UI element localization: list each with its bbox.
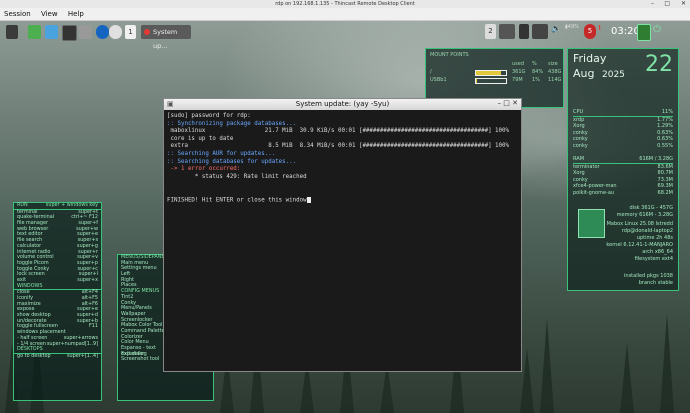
keybindings-widget: RUN super + windows key terminal super+t qua…	[13, 202, 102, 401]
terminal-line: [sudo] password for rdp:	[167, 113, 251, 119]
year: 2025	[602, 70, 625, 80]
battery-value: 49%	[567, 24, 579, 30]
mabox-logo	[578, 209, 605, 238]
terminal-line: -> 1 error occurred:	[167, 166, 241, 173]
battery-indicator[interactable]: ▮49%	[565, 24, 581, 39]
text-cursor	[306, 196, 311, 203]
clock[interactable]: 03:20	[611, 24, 640, 39]
user-host: rdp@donald-laptop2	[621, 228, 673, 234]
client-title: rdp on 192.168.1.135 - Thincast Remote D…	[275, 1, 415, 7]
minimize-icon[interactable]: –	[651, 0, 654, 7]
window-controls: – □ ✕	[498, 99, 518, 107]
kernel: kernel 6.12.41-1-MANJARO	[606, 242, 673, 248]
system-info-widget: Friday Aug 2025 22 CPU 11% xrdp 1.77% Xorg…	[567, 48, 679, 291]
close-icon[interactable]: ✕	[681, 0, 686, 7]
terminal-line: extra 8.5 MiB 8.34 MiB/s 00:01 [########…	[167, 143, 510, 150]
apps-menu-icon[interactable]	[28, 25, 41, 39]
menu-help[interactable]: Help	[68, 10, 84, 18]
menu-view[interactable]: View	[41, 10, 58, 18]
mount-row: / 361G 84% 438G	[430, 69, 562, 76]
weekday: Friday	[573, 52, 607, 65]
month: Aug	[573, 67, 595, 80]
process-row: polkit-gnome-au 68.2M	[573, 189, 673, 196]
minimize-icon[interactable]: –	[498, 99, 502, 107]
terminal-line: :: Searching databases for updates...	[167, 158, 297, 165]
mount-usage-fill	[476, 79, 477, 83]
clipboard-icon[interactable]	[532, 24, 548, 39]
terminal-line: :: Searching AUR for updates...	[167, 150, 276, 157]
launcher-icon[interactable]	[6, 25, 18, 39]
window-switcher-icon[interactable]	[499, 24, 515, 39]
taskbar-label: System up...	[153, 28, 178, 50]
terminal-output[interactable]: [sudo] password for rdp::: Synchronizing…	[167, 113, 519, 204]
terminal-line: core is up to date	[167, 135, 234, 142]
maximize-icon[interactable]: □	[664, 0, 670, 7]
power-icon[interactable]: ⏻	[653, 24, 665, 39]
terminal-line: * status 429: Rate limit reached	[167, 173, 307, 180]
filesystem: filesystem ext4	[634, 256, 673, 262]
terminal-line: FINISHED! Hit ENTER or close this window	[167, 196, 519, 205]
uptime: uptime 2h 48s	[636, 235, 673, 241]
top-panel: 1 System up... 2 🔈 ▮49% 5 ! 03:20 ⏻	[0, 21, 690, 50]
memory-usage: memory 616M - 3.28G	[616, 212, 673, 218]
day-of-month: 22	[645, 52, 673, 77]
browser-icon[interactable]	[109, 25, 122, 39]
terminal-line: :: Synchronizing package databases...	[167, 120, 297, 127]
software-store-icon[interactable]	[96, 25, 109, 39]
os-name: Mabox Linux 25.08 Istredd	[606, 221, 673, 227]
mount-header-row: used % size	[512, 61, 558, 67]
terminal-titlebar[interactable]: ▣ System update: (yay -Syu) – □ ✕	[164, 99, 521, 110]
menu-session[interactable]: Session	[4, 10, 31, 18]
sidepanel-icon[interactable]	[637, 24, 651, 41]
taskbar-item-system-update[interactable]: System up...	[141, 25, 191, 50]
alert-icon[interactable]: !	[598, 24, 606, 39]
installed-packages: installed pkgs 1038	[624, 273, 673, 279]
volume-icon[interactable]: 🔈	[551, 24, 561, 39]
cpu-section: CPU 11% xrdp 1.77% Xorg 1.29% conky 0.63% co…	[573, 109, 673, 149]
file-manager-icon[interactable]	[45, 25, 58, 39]
arch: arch x86_64	[642, 249, 673, 255]
mount-usage-fill	[476, 71, 502, 75]
system-tray: 2 🔈 ▮49% 5 ! 03:20 ⏻	[485, 24, 690, 41]
settings-icon[interactable]	[79, 25, 92, 39]
disk-usage: disk 361G - 457G	[629, 205, 673, 211]
close-icon[interactable]: ✕	[512, 99, 518, 107]
maximize-icon[interactable]: □	[503, 99, 510, 107]
mount-title: MOUNT POINTS	[430, 52, 469, 58]
terminal-line: maboxlinux 21.7 MiB 30.9 KiB/s 00:01 [##…	[167, 128, 510, 135]
branch: branch stable	[638, 280, 673, 286]
ram-section: RAM 616M / 3.28G terminator 83.6M Xorg 80.7…	[573, 156, 673, 196]
keybinding-row: go to desktop super+[1..4]	[17, 352, 98, 359]
mount-usage-bar	[475, 78, 507, 84]
workspace-button[interactable]: 1	[125, 25, 136, 39]
tray-number[interactable]: 2	[485, 24, 496, 39]
mount-row: USBb1 79M 1% 114G	[430, 77, 562, 84]
terminal-icon[interactable]	[62, 25, 77, 41]
terminal-window[interactable]: ▣ System update: (yay -Syu) – □ ✕ [sudo]…	[163, 98, 522, 372]
process-row: conky 0.55%	[573, 142, 673, 149]
terminal-title: System update: (yay -Syu)	[295, 100, 390, 108]
desktop: 1 System up... 2 🔈 ▮49% 5 ! 03:20 ⏻ MOUN…	[0, 21, 690, 413]
app-icon	[144, 29, 150, 35]
mount-usage-bar	[475, 70, 507, 76]
updates-badge[interactable]: 5	[584, 24, 596, 39]
client-menubar: Session View Help	[0, 8, 690, 21]
client-titlebar: rdp on 192.168.1.135 - Thincast Remote D…	[0, 0, 690, 8]
network-icon[interactable]	[519, 24, 529, 39]
